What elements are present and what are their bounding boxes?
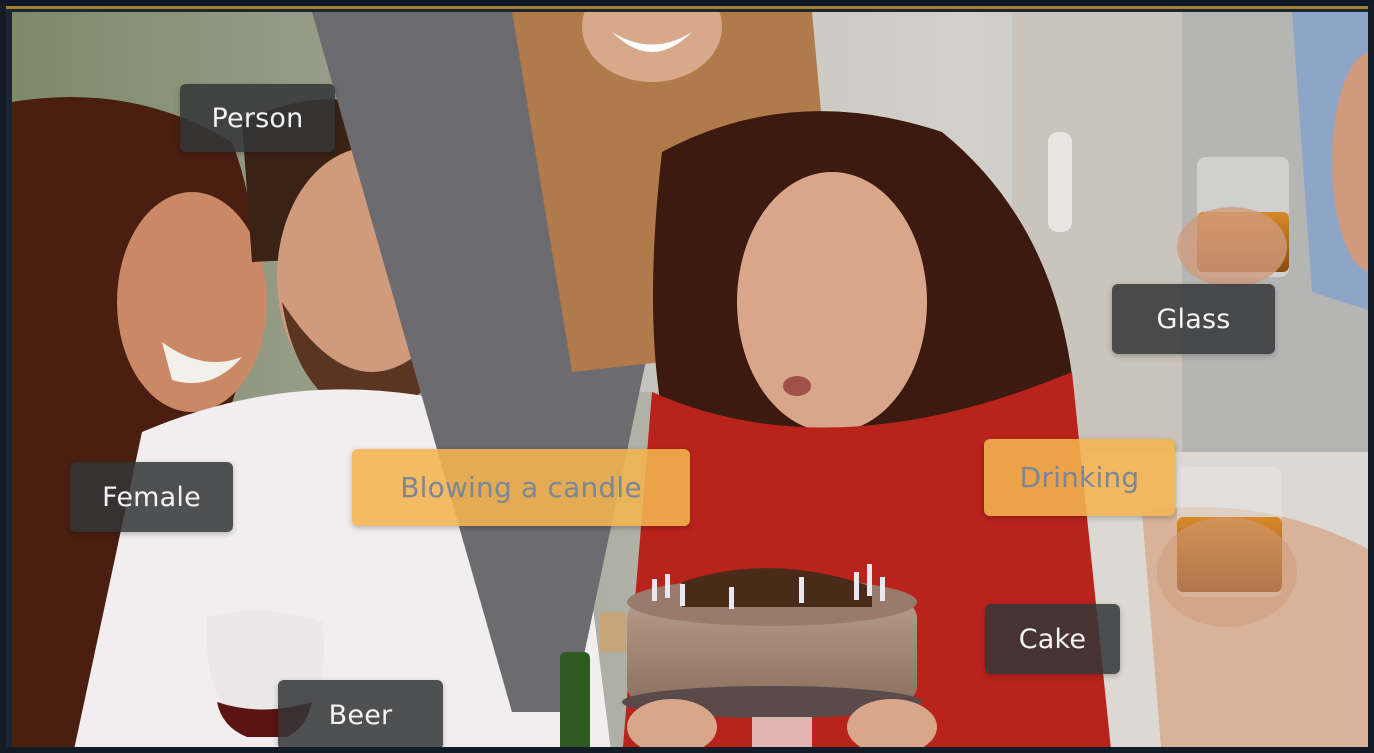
object-label-beer[interactable]: Beer xyxy=(278,680,443,747)
object-label-glass[interactable]: Glass xyxy=(1112,284,1275,354)
action-label-drinking[interactable]: Drinking xyxy=(984,439,1175,516)
frame-accent xyxy=(6,6,1368,9)
object-label-person[interactable]: Person xyxy=(180,84,335,152)
object-label-female[interactable]: Female xyxy=(70,462,233,532)
party-photo: Person Glass Female Blowing a candle Dri… xyxy=(12,12,1368,747)
action-label-blowing-candle[interactable]: Blowing a candle xyxy=(352,449,690,526)
object-label-cake[interactable]: Cake xyxy=(985,604,1120,674)
image-frame: Person Glass Female Blowing a candle Dri… xyxy=(0,0,1374,753)
